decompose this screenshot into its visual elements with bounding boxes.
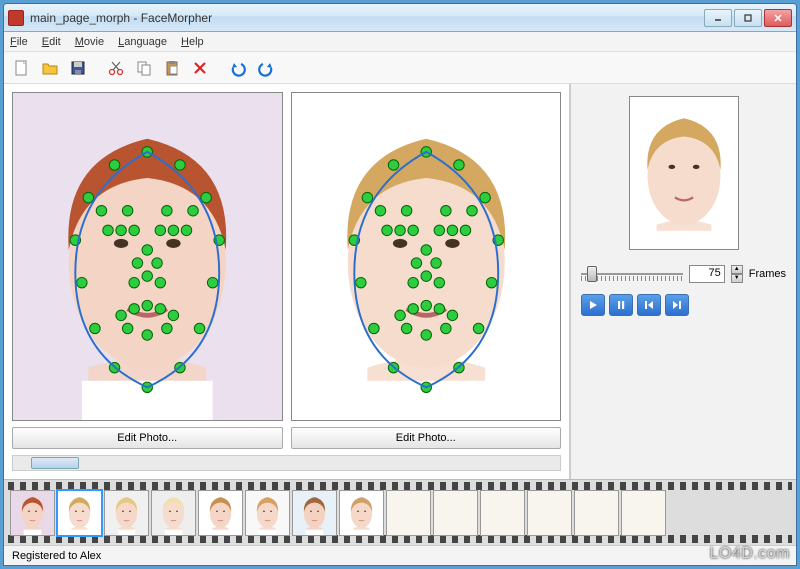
copy-icon[interactable] (132, 56, 156, 80)
frames-spinner[interactable]: ▲▼ (731, 265, 743, 283)
status-text: Registered to Alex (12, 550, 101, 562)
edit-target-button[interactable]: Edit Photo... (291, 427, 562, 449)
slider-thumb[interactable] (587, 266, 597, 282)
filmstrip-frame[interactable] (245, 490, 290, 536)
source-photo-panel: Edit Photo... (12, 92, 283, 449)
target-photo[interactable] (291, 92, 562, 421)
filmstrip-frame-empty[interactable] (386, 490, 431, 536)
horizontal-scrollbar[interactable] (12, 455, 561, 471)
statusbar: Registered to Alex (4, 545, 796, 565)
menu-language[interactable]: Language (118, 36, 167, 48)
toolbar (4, 52, 796, 84)
filmstrip-frame-empty[interactable] (621, 490, 666, 536)
play-button[interactable] (581, 294, 605, 316)
maximize-button[interactable] (734, 9, 762, 27)
filmstrip-frame[interactable] (57, 490, 102, 536)
workarea: Edit Photo... Edit Photo... (4, 84, 796, 479)
edit-source-button[interactable]: Edit Photo... (12, 427, 283, 449)
preview-pane: 75 ▲▼ Frames (570, 84, 796, 479)
filmstrip-frame-empty[interactable] (527, 490, 572, 536)
titlebar: main_page_morph - FaceMorpher (4, 4, 796, 32)
filmstrip-frame[interactable] (198, 490, 243, 536)
preview-image (629, 96, 739, 250)
new-icon[interactable] (10, 56, 34, 80)
filmstrip-frame-empty[interactable] (433, 490, 478, 536)
frames-slider[interactable] (581, 264, 683, 284)
minimize-button[interactable] (704, 9, 732, 27)
filmstrip-frame[interactable] (292, 490, 337, 536)
frames-label: Frames (749, 268, 786, 280)
filmstrip (4, 479, 796, 545)
filmstrip-frame[interactable] (104, 490, 149, 536)
frames-input[interactable]: 75 (689, 265, 725, 283)
target-photo-panel: Edit Photo... (291, 92, 562, 449)
prev-frame-button[interactable] (637, 294, 661, 316)
film-perforation (8, 535, 792, 543)
menu-file[interactable]: File (10, 36, 28, 48)
filmstrip-frame[interactable] (10, 490, 55, 536)
app-icon (8, 10, 24, 26)
menubar: File Edit Movie Language Help (4, 32, 796, 52)
menu-movie[interactable]: Movie (75, 36, 104, 48)
undo-icon[interactable] (226, 56, 250, 80)
filmstrip-frame-empty[interactable] (480, 490, 525, 536)
next-frame-button[interactable] (665, 294, 689, 316)
filmstrip-frame[interactable] (151, 490, 196, 536)
source-photo[interactable] (12, 92, 283, 421)
paste-icon[interactable] (160, 56, 184, 80)
delete-icon[interactable] (188, 56, 212, 80)
redo-icon[interactable] (254, 56, 278, 80)
app-window: main_page_morph - FaceMorpher File Edit … (3, 3, 797, 566)
window-title: main_page_morph - FaceMorpher (30, 11, 704, 25)
open-icon[interactable] (38, 56, 62, 80)
save-icon[interactable] (66, 56, 90, 80)
editor-pane: Edit Photo... Edit Photo... (4, 84, 570, 479)
filmstrip-frame-empty[interactable] (574, 490, 619, 536)
filmstrip-frame[interactable] (339, 490, 384, 536)
scrollbar-thumb[interactable] (31, 457, 79, 469)
menu-edit[interactable]: Edit (42, 36, 61, 48)
pause-button[interactable] (609, 294, 633, 316)
close-button[interactable] (764, 9, 792, 27)
cut-icon[interactable] (104, 56, 128, 80)
menu-help[interactable]: Help (181, 36, 204, 48)
